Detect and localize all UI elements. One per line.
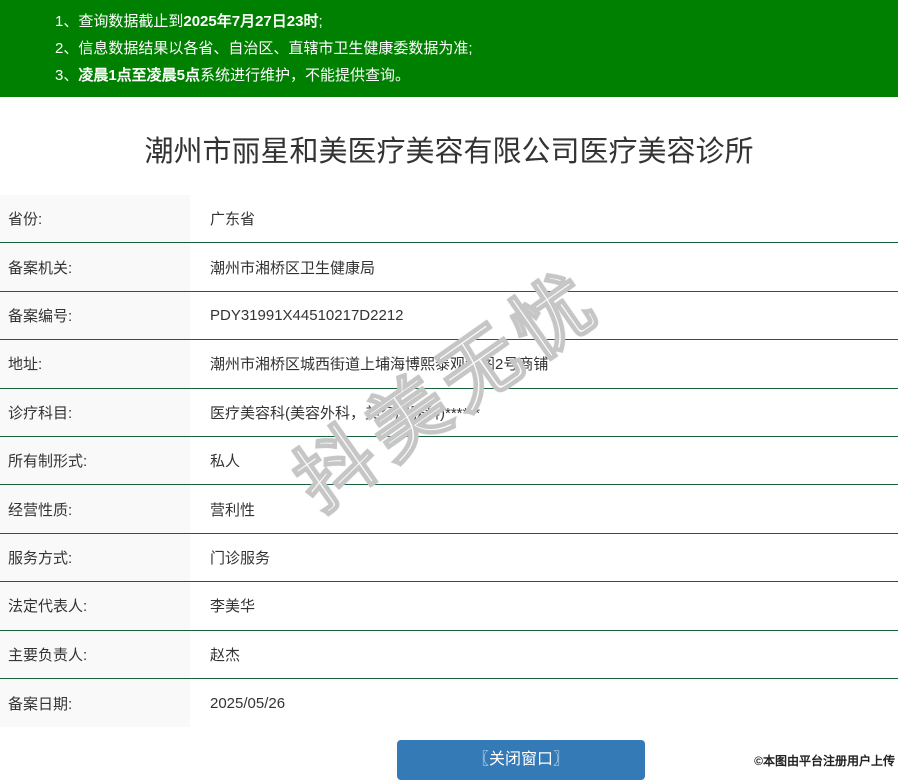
table-row-filing-authority: 备案机关: 潮州市湘桥区卫生健康局	[0, 243, 898, 292]
table-row-business-nature: 经营性质: 营利性	[0, 485, 898, 534]
field-value: 医疗美容科(美容外科，美容皮肤科)******	[210, 404, 481, 422]
table-row-legal-representative: 法定代表人: 李美华	[0, 582, 898, 631]
notice-line-2: 2、信息数据结果以各省、自治区、直辖市卫生健康委数据为准;	[55, 35, 886, 62]
notice-1-bold-text: 2025年7月27日23时	[183, 13, 319, 30]
field-label: 法定代表人:	[0, 582, 190, 630]
field-value: 2025/05/26	[210, 694, 286, 712]
notice-1-text: 查询数据截止到	[78, 13, 184, 30]
table-row-filing-date: 备案日期: 2025/05/26	[0, 678, 898, 728]
info-table: 省份: 广东省 备案机关: 潮州市湘桥区卫生健康局 备案编号: PDY31991…	[0, 195, 898, 728]
field-value: 李美华	[210, 598, 256, 616]
table-row-ownership-form: 所有制形式: 私人	[0, 436, 898, 486]
field-value: 广东省	[210, 211, 256, 229]
field-value: 潮州市湘桥区城西街道上埔海博熙泰观潮阁2号商铺	[210, 356, 549, 374]
field-label: 主要负责人:	[0, 630, 190, 678]
table-row-service-mode: 服务方式: 门诊服务	[0, 533, 898, 583]
notice-3-number: 3、	[55, 67, 79, 84]
field-value: 营利性	[210, 501, 256, 519]
field-label: 诊疗科目:	[0, 388, 190, 436]
field-label: 备案机关:	[0, 243, 190, 291]
field-label: 所有制形式:	[0, 436, 190, 485]
notice-2-text: 信息数据结果以各省、自治区、直辖市卫生健康委数据为准;	[78, 40, 473, 57]
upload-credit-note: ©本图由平台注册用户上传	[754, 754, 895, 768]
notice-3-bold-text: 凌晨1点至凌晨5点	[78, 67, 201, 84]
table-row-principal-person: 主要负责人: 赵杰	[0, 630, 898, 679]
table-row-treatment-subjects: 诊疗科目: 医疗美容科(美容外科，美容皮肤科)******	[0, 388, 898, 437]
table-row-filing-number: 备案编号: PDY31991X44510217D2212	[0, 291, 898, 341]
field-label: 经营性质:	[0, 485, 190, 533]
field-label: 省份:	[0, 195, 190, 243]
notice-line-1: 1、查询数据截止到2025年7月27日23时;	[55, 8, 886, 35]
field-value: 私人	[210, 453, 241, 471]
field-label: 备案日期:	[0, 678, 190, 728]
table-row-province: 省份: 广东省	[0, 195, 898, 244]
page-title: 潮州市丽星和美医疗美容有限公司医疗美容诊所	[144, 136, 754, 168]
notice-1-suffix: ;	[318, 13, 323, 30]
field-value: 门诊服务	[210, 549, 271, 567]
notice-panel: 1、查询数据截止到2025年7月27日23时; 2、信息数据结果以各省、自治区、…	[0, 0, 898, 97]
field-label: 服务方式:	[0, 533, 190, 582]
notice-2-number: 2、	[55, 40, 79, 57]
field-label: 地址:	[0, 340, 190, 388]
field-value: PDY31991X44510217D2212	[210, 306, 404, 324]
notice-3-suffix: 系统进行维护，不能提供查询。	[200, 67, 411, 84]
field-value: 潮州市湘桥区卫生健康局	[210, 259, 376, 277]
notice-1-number: 1、	[55, 13, 79, 30]
notice-line-3: 3、凌晨1点至凌晨5点系统进行维护，不能提供查询。	[55, 62, 886, 89]
table-row-address: 地址: 潮州市湘桥区城西街道上埔海博熙泰观潮阁2号商铺	[0, 340, 898, 389]
field-value: 赵杰	[210, 646, 241, 664]
field-label: 备案编号:	[0, 291, 190, 340]
close-window-button[interactable]: 〖关闭窗口〗	[397, 740, 645, 780]
